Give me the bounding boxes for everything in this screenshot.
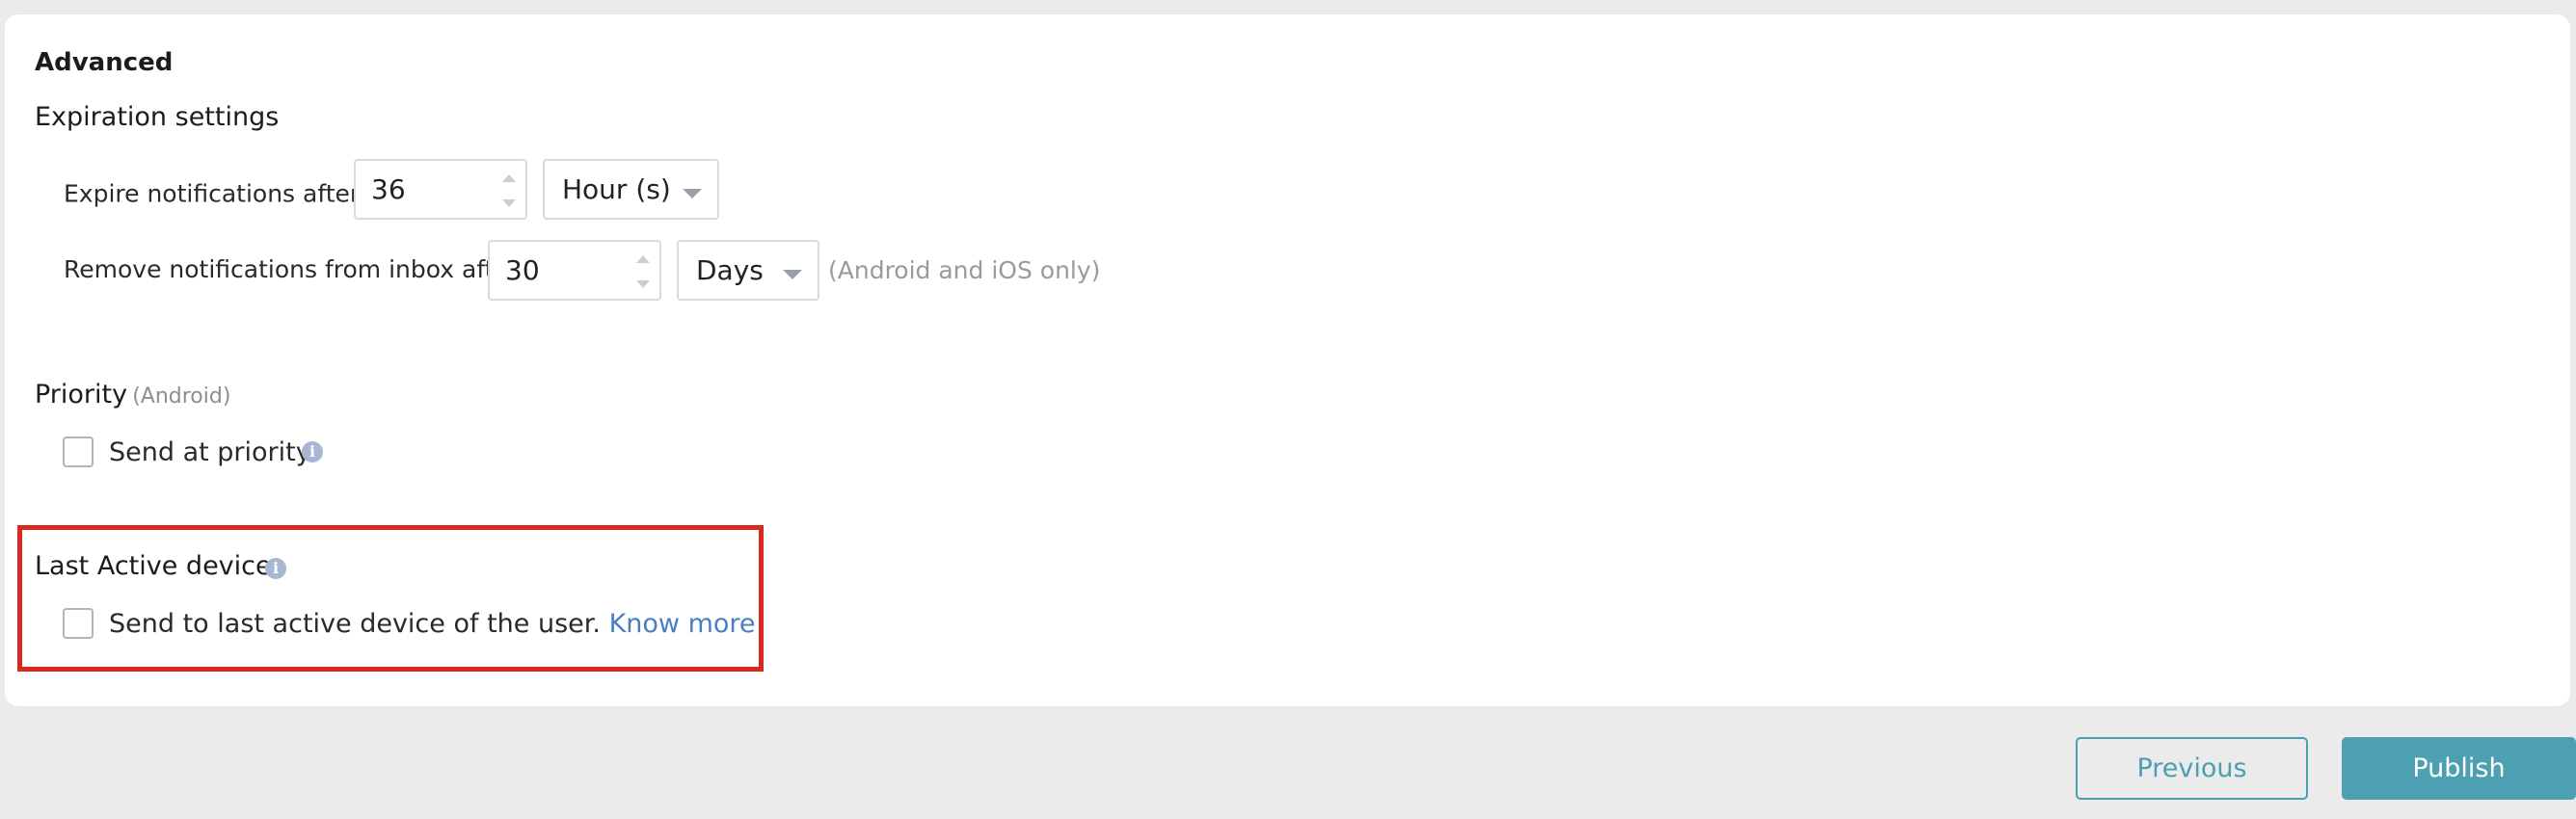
expire-label-text: Expire notifications after — [64, 179, 361, 208]
info-icon[interactable]: i — [265, 558, 286, 579]
last-active-device-title: Last Active device — [35, 551, 272, 581]
expire-value-input[interactable]: 36 — [354, 159, 527, 220]
know-more-link[interactable]: Know more — [609, 609, 756, 639]
expiration-settings-title: Expiration settings — [35, 102, 280, 132]
priority-heading: Priority (Android) — [35, 380, 230, 410]
send-last-active-label: Send to last active device of the user. … — [109, 609, 756, 639]
priority-title: Priority — [35, 380, 128, 410]
send-last-active-text[interactable]: Send to last active device of the user. — [109, 609, 601, 639]
remove-label: Remove notifications from inbox after — [64, 255, 520, 283]
priority-platform: (Android) — [132, 384, 231, 409]
remove-unit-select[interactable]: Days — [677, 240, 819, 301]
chevron-down-icon — [783, 270, 802, 279]
expire-unit-select[interactable]: Hour (s) — [543, 159, 719, 220]
spinner-arrows-icon[interactable] — [502, 169, 516, 213]
highlight-box — [17, 525, 764, 672]
send-at-priority-checkbox[interactable] — [63, 436, 94, 467]
send-at-priority-label[interactable]: Send at priority — [109, 437, 311, 467]
remove-value-input[interactable]: 30 — [488, 240, 661, 301]
remove-unit-text: Days — [696, 254, 764, 286]
publish-button[interactable]: Publish — [2342, 737, 2576, 800]
chevron-down-icon — [683, 189, 702, 198]
section-title-advanced: Advanced — [35, 48, 174, 77]
expire-unit-text: Hour (s) — [562, 173, 671, 205]
send-last-active-checkbox[interactable] — [63, 608, 94, 639]
expire-label: Expire notifications after* — [64, 174, 370, 207]
expire-value-text: 36 — [371, 173, 406, 205]
previous-button[interactable]: Previous — [2076, 737, 2308, 800]
spinner-arrows-icon[interactable] — [636, 250, 650, 294]
remove-value-text: 30 — [505, 254, 540, 286]
platform-note: (Android and iOS only) — [828, 256, 1101, 284]
info-icon[interactable]: i — [302, 441, 323, 462]
